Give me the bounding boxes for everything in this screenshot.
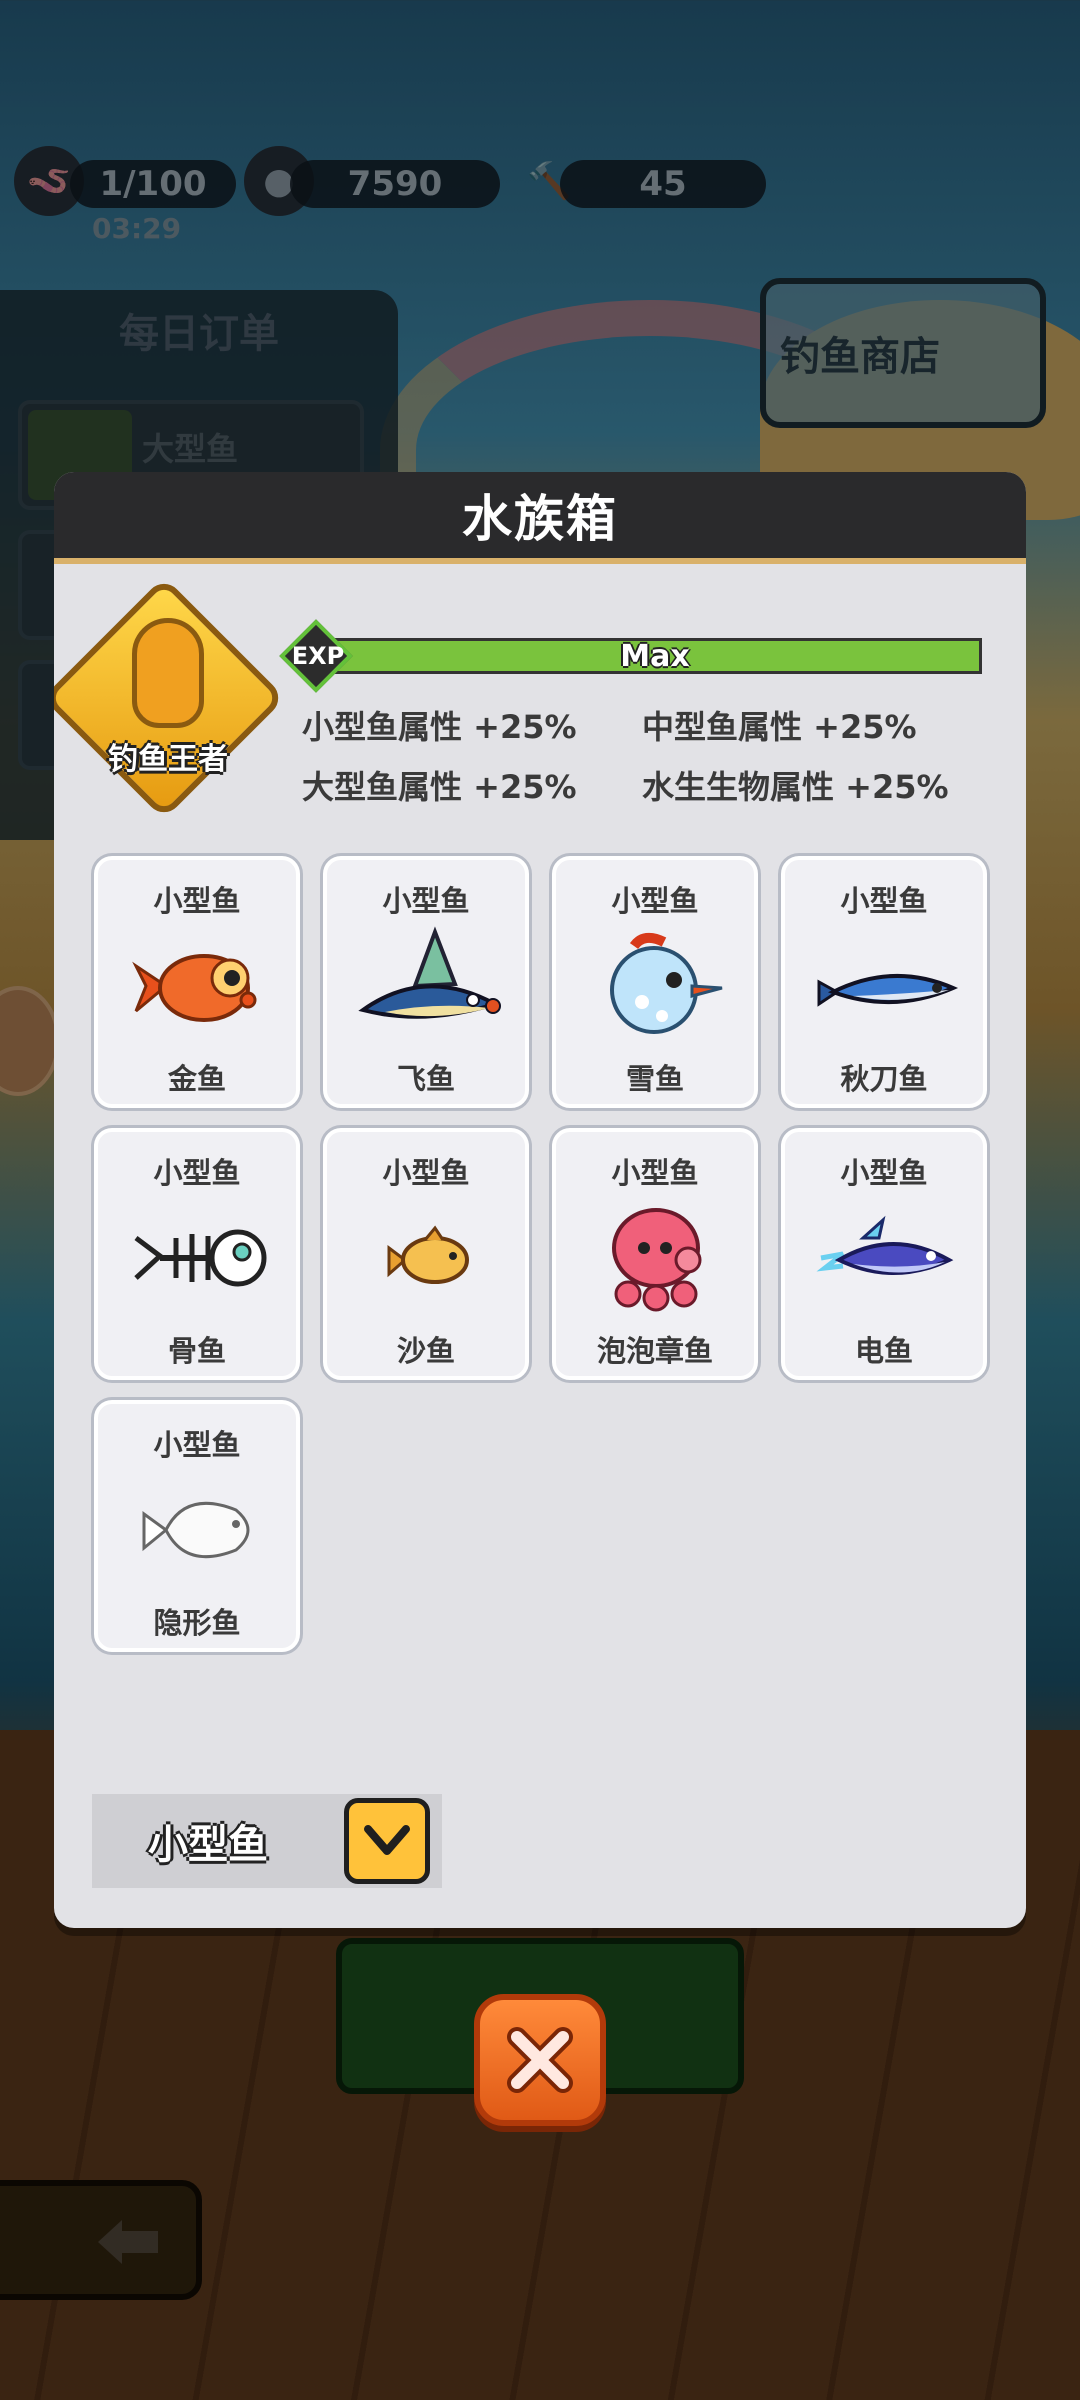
filter-dropdown-button[interactable] [344,1798,430,1884]
close-icon [507,2027,573,2093]
fish-category: 小型鱼 [611,1156,699,1190]
fish-category: 小型鱼 [153,1428,241,1462]
fish-name: 骨鱼 [167,1334,226,1368]
close-button[interactable] [474,1994,606,2126]
exp-bar: Max EXP [279,619,986,693]
modal-header: 水族箱 [54,472,1026,564]
fish-name: 沙鱼 [396,1334,455,1368]
fish-card[interactable]: 小型鱼 飞鱼 [323,856,529,1108]
aquarium-modal: 水族箱 钓鱼王者 Max EXP 小型鱼属性 +25% 中型鱼属性 +25% 大… [54,472,1026,1928]
fish-name: 秋刀鱼 [840,1062,928,1096]
fish-name: 金鱼 [167,1062,226,1096]
fish-card[interactable]: 小型鱼 泡泡章鱼 [552,1128,758,1380]
fish-card[interactable]: 小型鱼 隐形鱼 [94,1400,300,1652]
fish-name: 电鱼 [854,1334,913,1368]
fish-category: 小型鱼 [382,884,470,918]
invisible-fish-icon [142,1501,250,1559]
category-filter[interactable]: 小型鱼 [92,1794,442,1888]
snow-fish-icon [610,932,723,1034]
fish-category: 小型鱼 [840,1156,928,1190]
exp-label: EXP [291,642,345,670]
bone-fish-icon [134,1229,267,1287]
fish-card[interactable]: 小型鱼 骨鱼 [94,1128,300,1380]
bonus-aquatic: 水生生物属性 +25% [642,768,949,806]
flying-fish-icon [358,926,501,1019]
saury-icon [817,974,959,1007]
fish-card[interactable]: 小型鱼 秋刀鱼 [781,856,987,1108]
fish-category: 小型鱼 [382,1156,470,1190]
chevron-down-icon [364,1825,410,1855]
bubble-octopus-icon [612,1208,702,1312]
rank-badge-label: 钓鱼王者 [108,742,228,777]
fish-name: 飞鱼 [396,1062,455,1096]
fish-category: 小型鱼 [611,884,699,918]
exp-value: Max [620,638,690,674]
fish-name: 隐形鱼 [153,1606,241,1640]
exp-track: Max [328,638,982,674]
fish-category: 小型鱼 [153,1156,241,1190]
bonus-medium-fish: 中型鱼属性 +25% [642,708,917,746]
electric-fish-icon [816,1215,954,1275]
modal-title: 水族箱 [462,490,618,548]
bonus-large-fish: 大型鱼属性 +25% [302,768,577,806]
fish-card[interactable]: 小型鱼 沙鱼 [323,1128,529,1380]
golden-fish-icon [132,618,204,728]
fish-card[interactable]: 小型鱼 金鱼 [94,856,300,1108]
goldfish-icon [132,954,257,1022]
fish-category: 小型鱼 [153,884,241,918]
fish-name: 雪鱼 [625,1062,684,1096]
fish-category: 小型鱼 [840,884,928,918]
filter-selected-label: 小型鱼 [148,1822,268,1868]
fish-card[interactable]: 小型鱼 电鱼 [781,1128,987,1380]
fish-name: 泡泡章鱼 [596,1334,713,1368]
fish-card[interactable]: 小型鱼 雪鱼 [552,856,758,1108]
bonus-small-fish: 小型鱼属性 +25% [302,708,577,746]
sand-fish-icon [387,1225,469,1284]
